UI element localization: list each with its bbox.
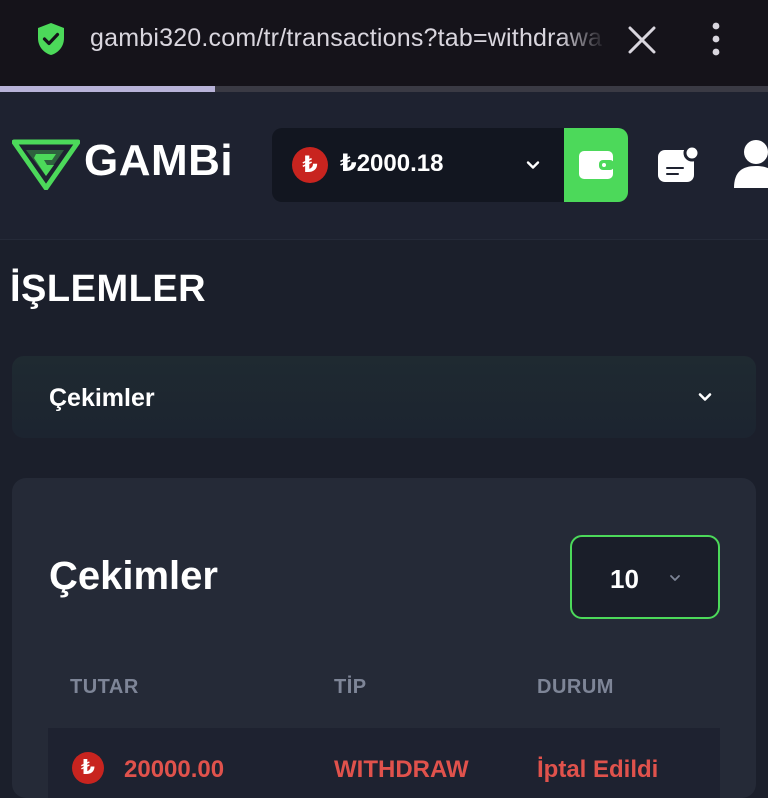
user-profile-icon[interactable] (732, 138, 768, 188)
secure-shield-icon[interactable] (36, 22, 66, 56)
address-bar-url[interactable]: gambi320.com/tr/transactions?tab=withdra… (90, 24, 602, 58)
wallet-icon (579, 151, 614, 179)
lira-currency-icon: ₺ (72, 752, 104, 784)
balance-selector[interactable]: ₺ ₺2000.18 (272, 128, 564, 202)
row-amount: 20000.00 (124, 756, 225, 783)
balance-amount: ₺2000.18 (340, 150, 444, 177)
wallet-button[interactable] (564, 128, 628, 202)
chevron-down-icon (670, 575, 680, 581)
column-header-amount[interactable]: TUTAR (70, 676, 139, 699)
column-header-type[interactable]: TİP (334, 676, 367, 699)
browser-bar: gambi320.com/tr/transactions?tab=withdra… (0, 0, 768, 86)
logo-wordmark[interactable]: GAMBi (84, 136, 233, 186)
row-status: İptal Edildi (537, 756, 659, 783)
per-page-select[interactable]: 10 (570, 535, 720, 619)
per-page-value: 10 (610, 564, 639, 594)
card-title: Çekimler (49, 554, 218, 598)
site-header: GAMBi ₺ ₺2000.18 (0, 92, 768, 240)
column-header-status[interactable]: DURUM (537, 676, 614, 699)
transaction-type-select[interactable]: Çekimler (12, 356, 756, 438)
table-row[interactable]: ₺ 20000.00 WITHDRAW İptal Edildi (48, 728, 720, 798)
gambi-logo-icon[interactable] (12, 138, 80, 190)
more-menu-icon[interactable] (704, 20, 728, 58)
close-icon[interactable] (626, 24, 658, 56)
chat-icon[interactable] (656, 144, 702, 186)
lira-currency-icon: ₺ (292, 147, 328, 183)
withdrawals-card: Çekimler 10 TUTAR TİP DURUM ₺ 20000.00 W… (12, 478, 756, 798)
row-type: WITHDRAW (334, 756, 469, 783)
chevron-down-icon (698, 393, 712, 401)
chevron-down-icon (526, 161, 540, 169)
transaction-type-selected: Çekimler (49, 384, 155, 412)
page-title: İŞLEMLER (10, 268, 207, 310)
